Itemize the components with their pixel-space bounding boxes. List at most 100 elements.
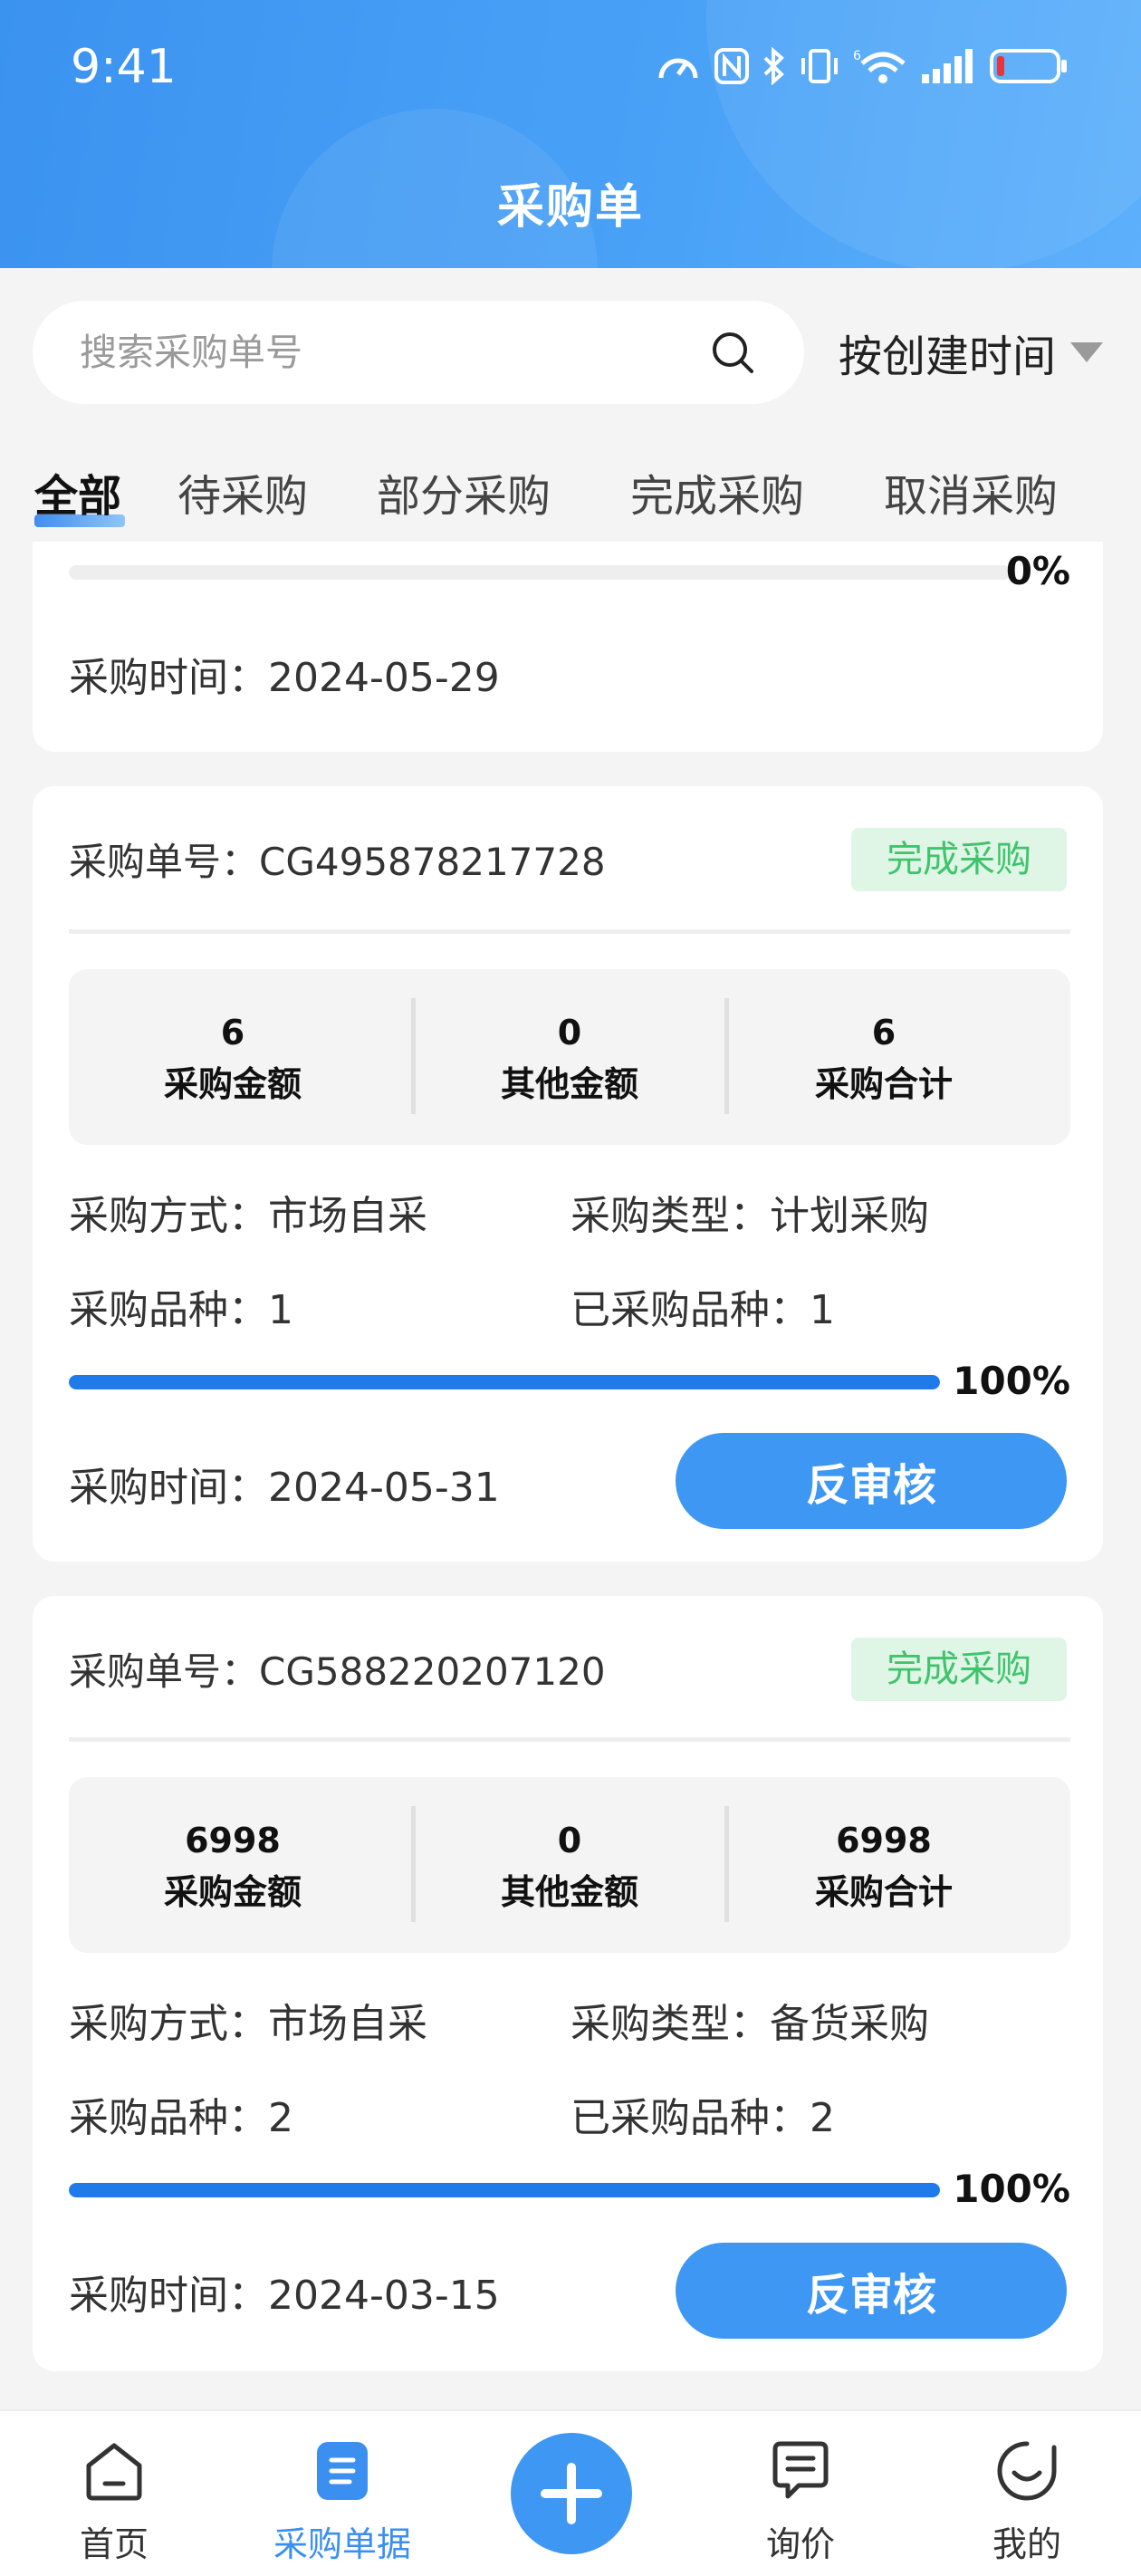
status-tabs: 全部 待采购 部分采购 完成采购 取消采购 [0, 451, 1141, 542]
smile-icon [997, 2441, 1057, 2501]
status-time: 9:41 [71, 40, 177, 94]
progress-percent: 100% [953, 2167, 1070, 2211]
stat-purchase-amount: 6 采购金额 [76, 969, 389, 1145]
progress-fill [69, 2183, 940, 2197]
order-number-value: CG588220207120 [259, 1649, 606, 1694]
order-card[interactable]: 0% 采购时间：2024-05-29 [33, 542, 1103, 752]
progress-fill [69, 1375, 940, 1389]
tab-cancelled[interactable]: 取消采购 [884, 460, 1058, 524]
purchase-varieties: 采购品种：2 [69, 2085, 293, 2143]
add-button[interactable] [511, 2433, 632, 2554]
purchase-varieties-value: 1 [268, 1287, 293, 1333]
nav-label: 我的 [992, 2524, 1061, 2564]
progress-percent: 0% [1005, 549, 1070, 593]
purchase-time: 采购时间：2024-05-29 [69, 645, 500, 703]
tab-partial[interactable]: 部分采购 [377, 460, 551, 524]
speed-icon [658, 58, 698, 79]
nav-purchase-docs[interactable]: 采购单据 [228, 2411, 456, 2576]
purchase-method-value: 市场自采 [268, 1193, 427, 1239]
purchase-type: 采购类型：计划采购 [570, 1183, 929, 1241]
search-icon[interactable] [710, 330, 755, 375]
purchase-time: 采购时间：2024-03-15 [69, 2263, 500, 2321]
stat-total: 6998 采购合计 [727, 1777, 1040, 1953]
search-row: 按创建时间 [33, 301, 1119, 404]
purchased-varieties: 已采购品种：1 [570, 1277, 835, 1335]
stat-value: 6998 [836, 1821, 932, 1860]
purchase-type-label: 采购类型： [570, 2001, 770, 2047]
purchased-varieties-label: 已采购品种： [570, 1287, 810, 1333]
order-number: 采购单号：CG495878217728 [69, 831, 606, 887]
nfc-icon [714, 48, 749, 84]
card-divider [69, 1737, 1070, 1742]
vibrate-icon [801, 49, 838, 83]
order-number-label: 采购单号： [69, 840, 260, 884]
order-number-label: 采购单号： [69, 1649, 260, 1694]
purchase-time-value: 2024-05-31 [268, 1465, 500, 1511]
stat-label: 采购金额 [163, 1872, 302, 1912]
progress-bar [69, 565, 1011, 580]
purchased-varieties-label: 已采购品种： [570, 2095, 810, 2141]
status-icons: 6 [656, 47, 1069, 85]
purchase-varieties: 采购品种：1 [69, 1277, 293, 1335]
chevron-down-icon [1070, 342, 1104, 362]
tab-completed[interactable]: 完成采购 [630, 460, 804, 524]
stat-value: 0 [557, 1013, 582, 1053]
search-box[interactable] [33, 301, 804, 404]
purchase-method-value: 市场自采 [268, 2001, 427, 2047]
purchase-method: 采购方式：市场自采 [69, 1183, 427, 1241]
purchase-type-value: 计划采购 [770, 1193, 929, 1239]
search-input[interactable] [80, 322, 695, 382]
sort-dropdown[interactable]: 按创建时间 [839, 319, 1105, 386]
purchase-time-label: 采购时间： [69, 2273, 268, 2319]
stat-label: 其他金额 [500, 1064, 638, 1104]
progress-bar [69, 1375, 940, 1389]
stat-purchase-amount: 6998 采购金额 [76, 1777, 389, 1953]
page-title: 采购单 [496, 180, 644, 235]
amount-summary: 6 采购金额 0 其他金额 6 采购合计 [69, 969, 1070, 1145]
home-icon [86, 2443, 142, 2501]
progress-bar [69, 2183, 940, 2197]
stat-total: 6 采购合计 [727, 969, 1040, 1145]
purchased-varieties-value: 2 [810, 2095, 835, 2141]
reverse-audit-button[interactable]: 反审核 [676, 1433, 1067, 1529]
sort-label: 按创建时间 [839, 332, 1057, 382]
purchase-method: 采购方式：市场自采 [69, 1991, 427, 2049]
stat-value: 6 [871, 1013, 896, 1053]
progress-percent: 100% [953, 1359, 1070, 1403]
nav-home[interactable]: 首页 [0, 2411, 228, 2576]
order-card[interactable]: 采购单号：CG588220207120 完成采购 6998 采购金额 0 其他金… [33, 1596, 1103, 2371]
status-badge: 完成采购 [851, 828, 1067, 891]
stat-value: 6998 [185, 1821, 281, 1860]
stat-label: 采购金额 [163, 1064, 302, 1104]
battery-icon [990, 49, 1067, 83]
order-number-value: CG495878217728 [259, 840, 606, 884]
order-number: 采购单号：CG588220207120 [69, 1641, 606, 1697]
document-icon [317, 2442, 368, 2500]
purchase-time-value: 2024-03-15 [268, 2273, 500, 2319]
purchased-varieties-value: 1 [810, 1287, 835, 1333]
purchased-varieties: 已采购品种：2 [570, 2085, 835, 2143]
order-card[interactable]: 采购单号：CG495878217728 完成采购 6 采购金额 0 其他金额 6… [33, 786, 1103, 1562]
bluetooth-icon [763, 47, 784, 85]
stat-other-amount: 0 其他金额 [413, 1777, 726, 1953]
purchase-time-value: 2024-05-29 [268, 655, 500, 701]
chat-icon [772, 2441, 829, 2499]
amount-summary: 6998 采购金额 0 其他金额 6998 采购合计 [69, 1777, 1070, 1953]
plus-icon [541, 2463, 602, 2524]
purchase-method-label: 采购方式： [69, 2001, 268, 2047]
reverse-audit-button[interactable]: 反审核 [676, 2243, 1067, 2339]
tab-pending[interactable]: 待采购 [177, 460, 308, 524]
nav-label: 首页 [79, 2524, 149, 2564]
purchase-type: 采购类型：备货采购 [570, 1991, 929, 2049]
tab-all[interactable]: 全部 [34, 460, 121, 524]
nav-label: 询价 [765, 2524, 835, 2564]
purchase-varieties-value: 2 [268, 2095, 293, 2141]
card-divider [69, 929, 1070, 934]
purchase-varieties-label: 采购品种： [69, 1287, 268, 1333]
purchase-type-value: 备货采购 [770, 2001, 929, 2047]
purchase-method-label: 采购方式： [69, 1193, 268, 1239]
nav-mine[interactable]: 我的 [913, 2411, 1141, 2576]
stat-value: 6 [220, 1013, 245, 1053]
wifi-icon: 6 [853, 49, 906, 83]
nav-inquiry[interactable]: 询价 [686, 2411, 915, 2576]
